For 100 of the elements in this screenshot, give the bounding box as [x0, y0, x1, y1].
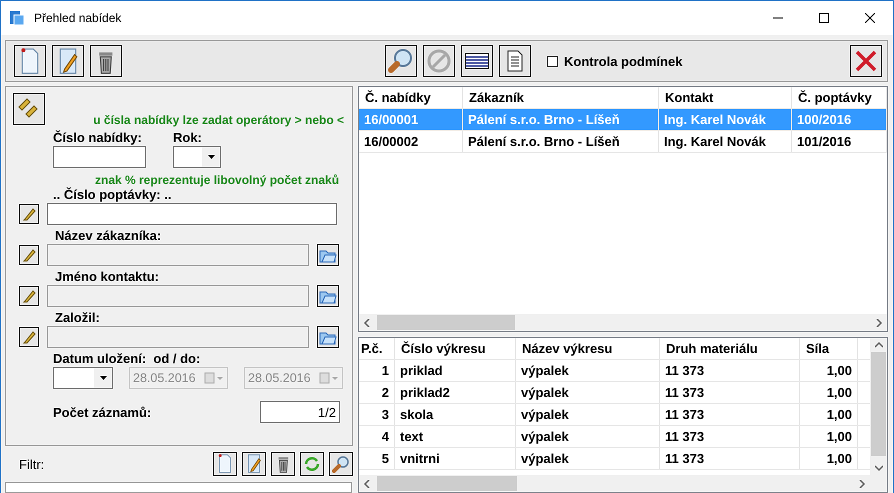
- column-header[interactable]: Č. nabídky: [359, 87, 463, 108]
- pencil-icon: [22, 207, 36, 221]
- search-filter-button[interactable]: [329, 452, 353, 476]
- table-cell: priklad2: [395, 382, 516, 403]
- prohibited-icon: [427, 49, 451, 73]
- cancel-button[interactable]: [423, 45, 455, 77]
- table-cell: 11 373: [660, 382, 800, 403]
- table-cell: 100/2016: [792, 109, 887, 130]
- table-cell: výpalek: [516, 382, 660, 403]
- table-cell: 1,00: [800, 448, 858, 469]
- magnifier-icon: [388, 48, 414, 74]
- search-button[interactable]: [385, 45, 417, 77]
- edit-document-icon: [246, 454, 262, 474]
- column-header[interactable]: Kontakt: [659, 87, 792, 108]
- pencil-icon: [22, 330, 36, 344]
- table-cell: Ing. Karel Novák: [659, 109, 792, 130]
- table-cell: skola: [395, 404, 516, 425]
- offer-number-label: Číslo nabídky:: [53, 130, 143, 145]
- filter-list[interactable]: [5, 482, 352, 493]
- table-cell: 1,00: [800, 426, 858, 447]
- column-header[interactable]: P.č.: [359, 338, 395, 359]
- table-cell: 11 373: [660, 448, 800, 469]
- delete-button[interactable]: [90, 45, 122, 77]
- column-header[interactable]: Název výkresu: [516, 338, 660, 359]
- field-label: .. Číslo poptávky: ..: [53, 187, 172, 202]
- column-header[interactable]: Zákazník: [463, 87, 659, 108]
- trash-icon: [276, 454, 290, 474]
- date-label: Datum uložení: od / do:: [53, 351, 200, 366]
- table-cell: 1,00: [800, 404, 858, 425]
- magnifier-icon: [332, 455, 350, 473]
- year-combo[interactable]: [173, 146, 221, 168]
- table-cell: 16/00002: [359, 131, 463, 152]
- date-combo[interactable]: [53, 367, 113, 389]
- edit-button[interactable]: [52, 45, 84, 77]
- window-title: Přehled nabídek: [34, 11, 122, 25]
- document-icon: [217, 454, 233, 474]
- table-cell: Pálení s.r.o. Brno - Líšeň: [463, 131, 659, 152]
- horizontal-scrollbar[interactable]: [359, 314, 887, 331]
- close-icon: [855, 50, 877, 72]
- report-button[interactable]: [499, 45, 531, 77]
- document-icon: [19, 48, 41, 74]
- wildcard-hint: znak % reprezentuje libovolný počet znaků: [95, 173, 340, 187]
- record-count-field: 1/2: [260, 401, 340, 423]
- edit-document-icon: [57, 48, 79, 74]
- calendar-icon: [319, 372, 339, 384]
- close-icon: [865, 13, 875, 23]
- column-header[interactable]: Síla: [800, 338, 858, 359]
- horizontal-scrollbar[interactable]: [359, 475, 887, 492]
- edit-filter-button[interactable]: [242, 452, 266, 476]
- record-count-label: Počet záznamů:: [53, 404, 152, 420]
- caret-icon: [208, 155, 214, 159]
- table-cell: 16/00001: [359, 109, 463, 130]
- column-header[interactable]: Č. poptávky: [792, 87, 887, 108]
- clear-filters-button[interactable]: [13, 93, 45, 125]
- close-form-button[interactable]: [850, 45, 882, 77]
- field-label: Jméno kontaktu:: [55, 269, 160, 284]
- new-filter-button[interactable]: [213, 452, 237, 476]
- table-cell: 11 373: [660, 426, 800, 447]
- operators-hint: u čísla nabídky lze zadat operátory > nebo <: [93, 113, 344, 127]
- table-cell: 4: [359, 426, 395, 447]
- year-label: Rok:: [173, 130, 202, 145]
- column-header[interactable]: Druh materiálu: [660, 338, 800, 359]
- table-cell: 1,00: [800, 382, 858, 403]
- table-cell: 2: [359, 382, 395, 403]
- clear-field-button[interactable]: [19, 204, 39, 224]
- offer-number-field[interactable]: [53, 146, 146, 168]
- column-header[interactable]: Číslo výkresu: [395, 338, 516, 359]
- table-cell: priklad: [395, 360, 516, 381]
- field-label: Založil:: [55, 310, 100, 325]
- calendar-icon: [204, 372, 224, 384]
- delete-filter-button[interactable]: [271, 452, 295, 476]
- vertical-scrollbar[interactable]: [870, 338, 887, 475]
- table-cell: výpalek: [516, 404, 660, 425]
- new-button[interactable]: [14, 45, 46, 77]
- pencil-icon: [22, 289, 36, 303]
- text-document-icon: [507, 50, 523, 72]
- refresh-button[interactable]: [300, 452, 324, 476]
- filter-label: Filtr:: [19, 456, 46, 472]
- table-cell: 5: [359, 448, 395, 469]
- checkbox[interactable]: [547, 56, 558, 66]
- filter-field[interactable]: [47, 203, 337, 225]
- table-cell: 3: [359, 404, 395, 425]
- caret-icon: [100, 376, 106, 380]
- table-cell: text: [395, 426, 516, 447]
- table-cell: 1,00: [800, 360, 858, 381]
- table-cell: 1: [359, 360, 395, 381]
- table-cell: 11 373: [660, 404, 800, 425]
- table-row[interactable]: 16/00002 Pálení s.r.o. Brno - Líšeň Ing. Karel Novák 101/2016: [359, 131, 887, 153]
- field-label: Název zákazníka:: [55, 228, 162, 243]
- list-view-button[interactable]: [461, 45, 493, 77]
- table-cell: 11 373: [660, 360, 800, 381]
- refresh-icon: [304, 456, 320, 472]
- table-cell: výpalek: [516, 426, 660, 447]
- app-icon: [9, 10, 25, 26]
- pencil-icon: [22, 248, 36, 262]
- table-cell: 101/2016: [792, 131, 887, 152]
- table-cell: Pálení s.r.o. Brno - Líšeň: [463, 109, 659, 130]
- table-icon: [465, 53, 489, 69]
- table-cell: výpalek: [516, 360, 660, 381]
- table-cell: Ing. Karel Novák: [659, 131, 792, 152]
